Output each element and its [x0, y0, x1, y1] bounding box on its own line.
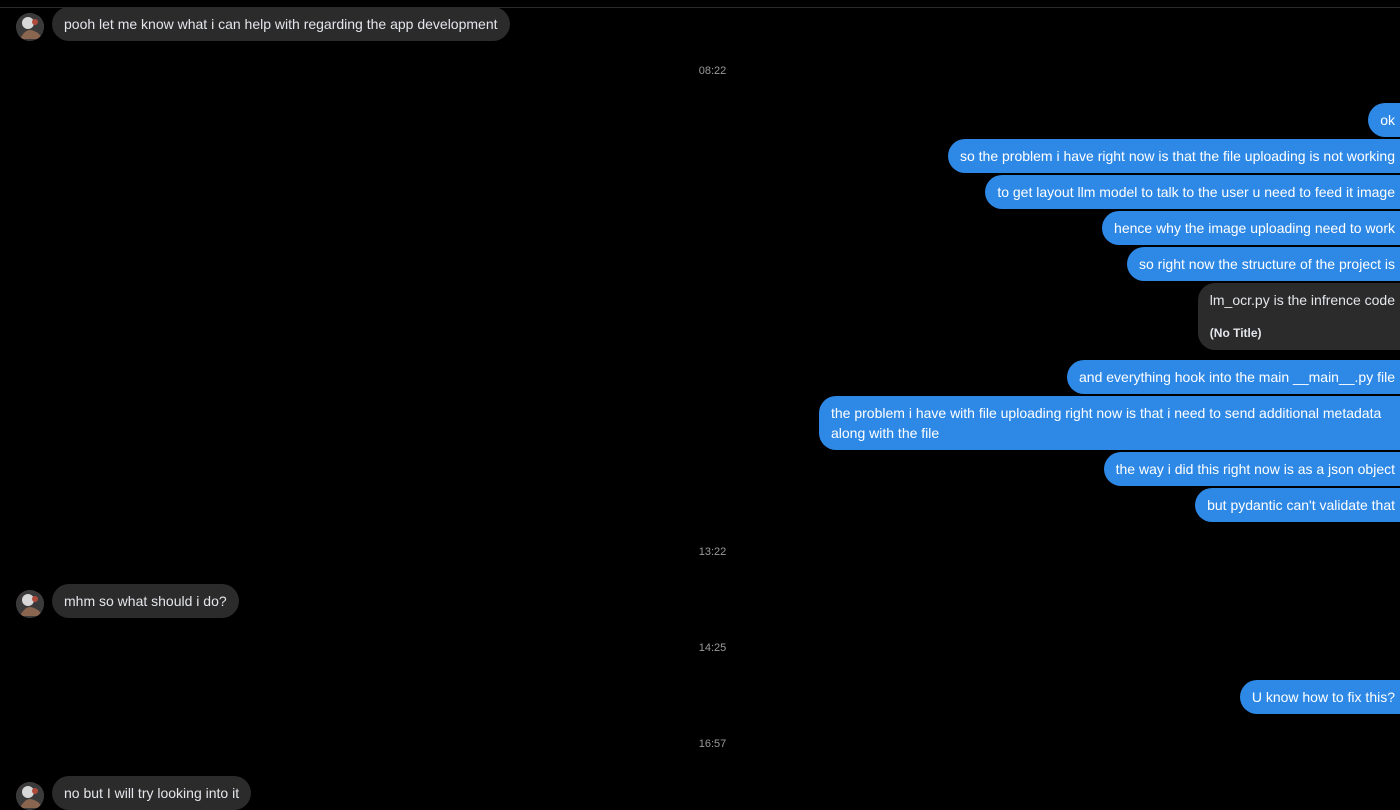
message-outgoing[interactable]: ok [1368, 103, 1400, 137]
message-outgoing[interactable]: and everything hook into the main __main… [1067, 360, 1400, 394]
message-incoming[interactable]: no but I will try looking into it [52, 776, 252, 810]
message-outgoing[interactable]: but pydantic can't validate that [1195, 488, 1400, 522]
message-outgoing[interactable]: to get layout llm model to talk to the u… [985, 175, 1400, 209]
timestamp: 13:22 [698, 546, 727, 558]
message-text: lm_ocr.py is the infrence code [1209, 292, 1395, 308]
contact-avatar-icon[interactable] [16, 590, 44, 618]
message-outgoing[interactable]: so right now the structure of the projec… [1126, 247, 1400, 281]
message-outgoing-link-preview[interactable]: lm_ocr.py is the infrence code (No Title… [1197, 283, 1400, 350]
timestamp: 14:25 [698, 642, 727, 654]
message-outgoing[interactable]: U know how to fix this? [1239, 680, 1400, 714]
message-outgoing[interactable]: the problem i have with file uploading r… [819, 396, 1400, 450]
contact-avatar-icon[interactable] [16, 13, 44, 41]
link-preview-title: (No Title) [1209, 326, 1262, 340]
message-outgoing[interactable]: hence why the image uploading need to wo… [1102, 211, 1400, 245]
message-outgoing[interactable]: the way i did this right now is as a jso… [1103, 452, 1400, 486]
message-incoming[interactable]: mhm so what should i do? [52, 584, 239, 618]
message-outgoing[interactable]: so the problem i have right now is that … [947, 139, 1400, 173]
timestamp: 16:57 [698, 738, 727, 750]
timestamp: 08:22 [698, 65, 727, 77]
contact-avatar-icon[interactable] [16, 782, 44, 810]
message-incoming[interactable]: pooh let me know what i can help with re… [52, 7, 510, 41]
